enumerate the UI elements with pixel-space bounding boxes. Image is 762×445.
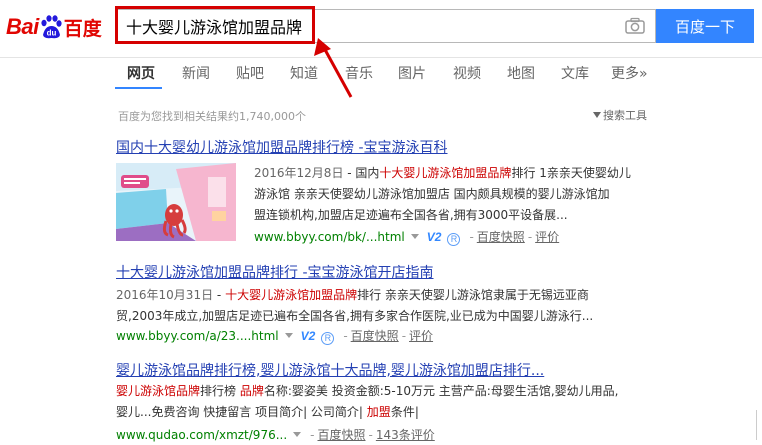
- abstract-text: 排行榜: [200, 384, 240, 398]
- evaluate-link[interactable]: 143条评价: [376, 428, 435, 442]
- search-tools-button[interactable]: 搜索工具: [593, 107, 647, 123]
- tab-wenku[interactable]: 文库: [561, 63, 589, 83]
- search-highlight-annotation: [115, 6, 315, 44]
- result-url[interactable]: www.bbyy.com/a/23....html: [116, 329, 279, 343]
- result-abstract-2: 2016年10月31日 - 十大婴儿游泳馆加盟品牌排行 亲亲天使婴儿游泳馆隶属于…: [116, 285, 636, 327]
- dropdown-arrow-icon[interactable]: [293, 432, 302, 437]
- header: Bai du 百度 百度一下: [0, 0, 762, 58]
- search-nav: 网页 新闻 贴吧 知道 音乐 图片 视频 地图 文库 更多»: [0, 59, 762, 89]
- result-url[interactable]: www.qudao.com/xmzt/976...: [116, 428, 287, 442]
- tab-zhidao[interactable]: 知道: [290, 63, 318, 83]
- abstract-highlight: 婴儿游泳馆品牌: [116, 384, 201, 398]
- baidu-logo[interactable]: Bai du 百度: [6, 12, 102, 42]
- funnel-icon: [593, 112, 601, 118]
- abstract-highlight: 品牌: [239, 384, 264, 398]
- abstract-text: 婴儿...免费咨询 快捷留言 项目简介| 公司简介|: [116, 405, 367, 419]
- tab-music[interactable]: 音乐: [345, 63, 373, 83]
- tab-tieba[interactable]: 贴吧: [236, 63, 264, 83]
- search-button[interactable]: 百度一下: [656, 9, 754, 43]
- r-badge-icon[interactable]: R: [447, 233, 461, 246]
- tab-map[interactable]: 地图: [507, 63, 535, 83]
- v2-badge-icon[interactable]: V2: [427, 230, 442, 244]
- abstract-line: 2016年10月31日 - 十大婴儿游泳馆加盟品牌排行 亲亲天使婴儿游泳馆隶属于…: [116, 285, 636, 306]
- evaluate-link[interactable]: 评价: [409, 329, 433, 343]
- cache-link[interactable]: 百度快照: [351, 329, 399, 343]
- abstract-text: 条件|: [390, 405, 419, 419]
- result-title-2[interactable]: 十大婴儿游泳馆加盟品牌排行 -宝宝游泳馆开店指南: [116, 262, 434, 282]
- tab-video[interactable]: 视频: [453, 63, 481, 83]
- active-tab-underline: [115, 87, 162, 89]
- abstract-text: -: [213, 288, 226, 302]
- result-date: 2016年12月8日: [254, 166, 344, 180]
- result-count: 百度为您找到相关结果约1,740,000个: [118, 110, 306, 123]
- dropdown-arrow-icon[interactable]: [284, 333, 293, 338]
- result-thumbnail[interactable]: [116, 163, 236, 241]
- result-url[interactable]: www.bbyy.com/bk/...html: [254, 230, 405, 244]
- result-abstract-3: 婴儿游泳馆品牌排行榜 品牌名称:婴姿美 投资金额:5-10万元 主营产品:母婴生…: [116, 381, 646, 423]
- tab-web[interactable]: 网页: [127, 63, 155, 83]
- abstract-highlight: 十大婴儿游泳馆加盟品牌: [379, 166, 512, 180]
- abstract-line: 游泳馆 亲亲天使婴幼儿游泳馆加盟店 国内颇具规模的婴儿游泳馆加: [254, 187, 610, 201]
- camera-icon[interactable]: [625, 17, 645, 35]
- search-tools-label: 搜索工具: [603, 109, 647, 122]
- logo-text-latin: Bai: [6, 14, 39, 39]
- abstract-line: 2016年12月8日 - 国内十大婴儿游泳馆加盟品牌排行 1亲亲天使婴幼儿: [254, 163, 654, 184]
- logo-text-cn: 百度: [63, 17, 102, 40]
- abstract-line: 婴儿游泳馆品牌排行榜 品牌名称:婴姿美 投资金额:5-10万元 主营产品:母婴生…: [116, 381, 646, 402]
- abstract-text: 排行 1亲亲天使婴幼儿: [511, 166, 631, 180]
- abstract-text: 排行 亲亲天使婴儿游泳馆隶属于无锡远亚商: [357, 288, 589, 302]
- result-url-line-2: www.bbyy.com/a/23....html V2 R - 百度快照 - 评价: [116, 329, 434, 345]
- cache-link[interactable]: 百度快照: [318, 428, 366, 442]
- paw-du-text: du: [46, 29, 56, 38]
- scrollbar[interactable]: [756, 410, 762, 440]
- abstract-text: - 国内: [343, 166, 380, 180]
- baidu-paw-icon: du: [40, 15, 62, 39]
- abstract-text: 名称:婴姿美 投资金额:5-10万元 主营产品:母婴生活馆,婴幼儿用品,: [263, 384, 619, 398]
- result-date: 2016年10月31日: [116, 288, 214, 302]
- tab-news[interactable]: 新闻: [182, 63, 210, 83]
- tab-more[interactable]: 更多»: [611, 63, 648, 83]
- result-abstract-1: 2016年12月8日 - 国内十大婴儿游泳馆加盟品牌排行 1亲亲天使婴幼儿 游泳…: [254, 163, 654, 226]
- dropdown-arrow-icon[interactable]: [410, 234, 419, 239]
- result-url-line-1: www.bbyy.com/bk/...html V2 R - 百度快照 - 评价: [254, 230, 560, 246]
- abstract-line: 贸,2003年成立,加盟店足迹已遍布全国各省,拥有多家合作医院,业已成为中国婴儿…: [116, 309, 594, 323]
- result-title-1[interactable]: 国内十大婴幼儿游泳馆加盟品牌排行榜 -宝宝游泳百科: [116, 137, 448, 157]
- result-url-line-3: www.qudao.com/xmzt/976... - 百度快照 -143条评价: [116, 428, 435, 442]
- v2-badge-icon[interactable]: V2: [301, 329, 316, 343]
- abstract-line: 婴儿...免费咨询 快捷留言 项目简介| 公司简介| 加盟条件|: [116, 402, 646, 423]
- result-title-3[interactable]: 婴儿游泳馆品牌排行榜,婴儿游泳馆十大品牌,婴儿游泳馆加盟店排行...: [116, 360, 544, 380]
- abstract-highlight: 加盟: [366, 405, 391, 419]
- tab-images[interactable]: 图片: [398, 63, 426, 83]
- abstract-highlight: 十大婴儿游泳馆加盟品牌: [225, 288, 358, 302]
- r-badge-icon[interactable]: R: [321, 332, 335, 345]
- abstract-line: 盟连锁机构,加盟店足迹遍布全国各省,拥有3000平设备展...: [254, 208, 568, 222]
- evaluate-link[interactable]: 评价: [535, 230, 559, 244]
- cache-link[interactable]: 百度快照: [477, 230, 525, 244]
